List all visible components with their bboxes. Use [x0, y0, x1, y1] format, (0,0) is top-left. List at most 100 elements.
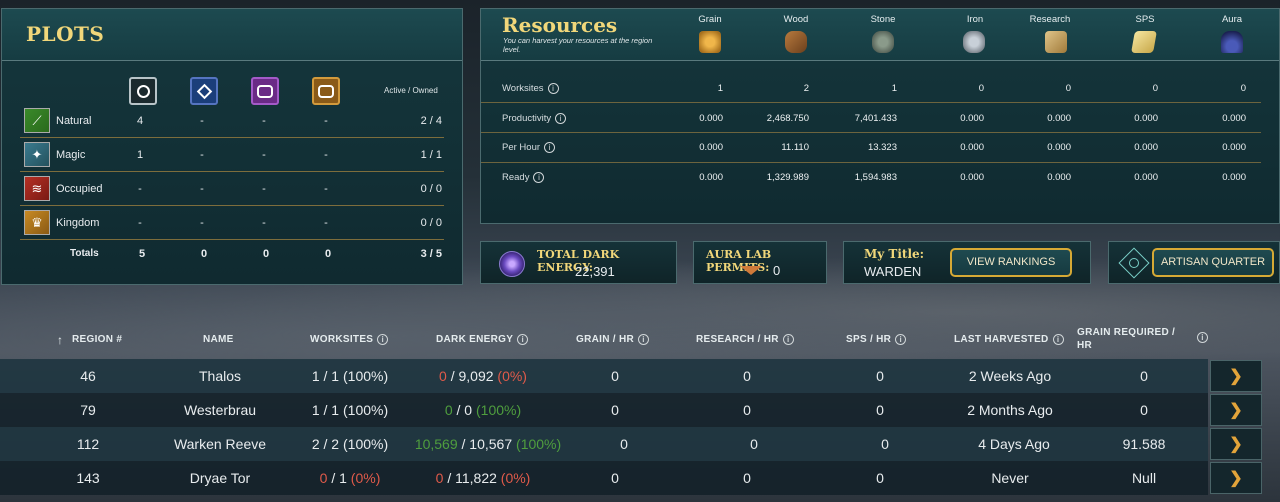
grain-hr-value: 0	[611, 368, 619, 384]
table-row[interactable]: 79 Westerbrau 1 / 1 (100%) 0 / 0 (100%) …	[0, 393, 1208, 427]
header-grain-hr[interactable]: GRAIN / HR i	[576, 334, 649, 345]
info-icon[interactable]: i	[638, 334, 649, 345]
chevron-right-icon: ❯	[1229, 436, 1243, 453]
header-last-harvested[interactable]: LAST HARVESTED i	[954, 334, 1064, 345]
last-harvested-value: 2 Months Ago	[967, 402, 1053, 418]
info-icon[interactable]: i	[1197, 332, 1208, 343]
plot-cell: 4	[136, 115, 144, 127]
header-sps-hr[interactable]: SPS / HR i	[846, 334, 907, 345]
res-value: 11.110	[781, 142, 809, 153]
plot-cell: -	[324, 217, 328, 229]
res-value: 0.000	[960, 142, 984, 153]
info-icon[interactable]: i	[895, 334, 907, 345]
region-number: 112	[76, 436, 100, 452]
table-row[interactable]: 143 Dryae Tor 0 / 1 (0%) 0 / 11,822 (0%)…	[0, 461, 1208, 495]
res-value: 7,401.433	[854, 113, 897, 124]
my-title-label: My Title:	[864, 247, 925, 261]
iron-icon	[963, 31, 985, 53]
plot-ratio: 2 / 4	[420, 115, 442, 127]
artisan-quarter-button[interactable]: ARTISAN QUARTER	[1152, 248, 1274, 277]
res-value: 0.000	[1222, 113, 1246, 124]
grain-required-value: Null	[1131, 470, 1157, 486]
totals-cell: 5	[138, 248, 146, 260]
plot-cell: -	[324, 149, 328, 161]
info-icon[interactable]: i	[1052, 334, 1064, 345]
row-divider	[20, 137, 444, 138]
row-open-button[interactable]: ❯	[1210, 360, 1262, 392]
row-open-button[interactable]: ❯	[1210, 428, 1262, 460]
header-name[interactable]: NAME	[203, 334, 234, 345]
resources-header: Resources You can harvest your resources…	[481, 9, 1279, 61]
res-value: 0.000	[1047, 113, 1071, 124]
col-grain: Grain	[698, 14, 722, 25]
info-icon[interactable]: i	[544, 142, 556, 153]
resources-title: Resources	[502, 13, 618, 37]
plot-row-label: Occupied	[56, 183, 103, 195]
view-rankings-button[interactable]: VIEW RANKINGS	[950, 248, 1072, 277]
sps-icon	[1131, 31, 1157, 53]
table-row[interactable]: 46 Thalos 1 / 1 (100%) 0 / 9,092 (0%) 0 …	[0, 359, 1208, 393]
chevron-right-icon: ❯	[1229, 402, 1243, 419]
plot-cell: -	[138, 183, 142, 195]
magic-icon: ✦	[24, 142, 50, 167]
res-value: 0	[1152, 83, 1158, 94]
header-region[interactable]: REGION #	[72, 334, 122, 345]
totals-cell: 0	[200, 248, 208, 260]
research-hr-value: 0	[743, 402, 751, 418]
row-divider	[20, 205, 444, 206]
plot-ratio: 0 / 0	[420, 183, 442, 195]
plot-cell: -	[262, 115, 266, 127]
row-open-button[interactable]: ❯	[1210, 394, 1262, 426]
header-worksites[interactable]: WORKSITES i	[310, 334, 389, 345]
wood-icon	[785, 31, 807, 53]
aura-icon	[1221, 31, 1243, 53]
info-icon[interactable]: i	[555, 113, 567, 124]
worksites-value: 0 / 1 (0%)	[319, 470, 381, 486]
regions-table-header: ↑ REGION # NAME WORKSITES i DARK ENERGY i …	[0, 322, 1280, 356]
occupied-icon: ≋	[24, 176, 50, 201]
totals-label: Totals	[70, 248, 99, 259]
res-value: 0.000	[1222, 142, 1246, 153]
grain-hr-value: 0	[611, 470, 619, 486]
plot-cell: -	[262, 183, 266, 195]
info-icon[interactable]: i	[533, 172, 545, 183]
info-icon[interactable]: i	[377, 334, 389, 345]
active-owned-header: Active / Owned	[384, 86, 438, 95]
grain-required-value: 0	[1140, 368, 1148, 384]
row-divider	[481, 102, 1261, 103]
row-divider	[481, 132, 1261, 133]
res-value: 0.000	[1047, 142, 1071, 153]
table-row[interactable]: 112 Warken Reeve 2 / 2 (100%) 10,569 / 1…	[0, 427, 1208, 461]
res-value: 1,329.989	[766, 172, 809, 183]
stone-icon	[872, 31, 894, 53]
grain-required-info[interactable]: i	[1193, 332, 1208, 343]
plot-cell: -	[138, 217, 142, 229]
res-value: 0.000	[699, 172, 723, 183]
res-value: 0.000	[960, 172, 984, 183]
plot-type-diamond-icon	[190, 77, 218, 105]
header-dark-energy[interactable]: DARK ENERGY i	[436, 334, 529, 345]
info-icon[interactable]: i	[782, 334, 794, 345]
research-icon	[1045, 31, 1067, 53]
plot-type-circle-icon	[129, 77, 157, 105]
header-research-hr[interactable]: RESEARCH / HR i	[696, 334, 794, 345]
res-value: 2	[803, 83, 809, 94]
last-harvested-value: 2 Weeks Ago	[968, 368, 1052, 384]
header-grain-required[interactable]: GRAIN REQUIRED / HR	[1077, 326, 1175, 352]
row-open-button[interactable]: ❯	[1210, 462, 1262, 494]
res-value: 13.323	[867, 142, 897, 153]
sort-ascending-icon[interactable]: ↑	[57, 333, 63, 347]
info-icon[interactable]: i	[547, 83, 559, 94]
res-value: 0	[1240, 83, 1246, 94]
aura-permits-value: 0	[773, 263, 781, 278]
chevron-right-icon: ❯	[1229, 368, 1243, 385]
plots-title: PLOTS	[26, 22, 105, 46]
info-icon[interactable]: i	[517, 334, 529, 345]
plots-header: PLOTS	[2, 9, 462, 61]
productivity-label: Productivity i	[502, 113, 567, 124]
row-divider	[20, 239, 444, 240]
res-value: 1,594.983	[854, 172, 897, 183]
res-value: 0.000	[1134, 113, 1158, 124]
aura-permits-box: AURA LAB PERMITS: 0	[693, 241, 827, 284]
plot-cell: 1	[136, 149, 144, 161]
